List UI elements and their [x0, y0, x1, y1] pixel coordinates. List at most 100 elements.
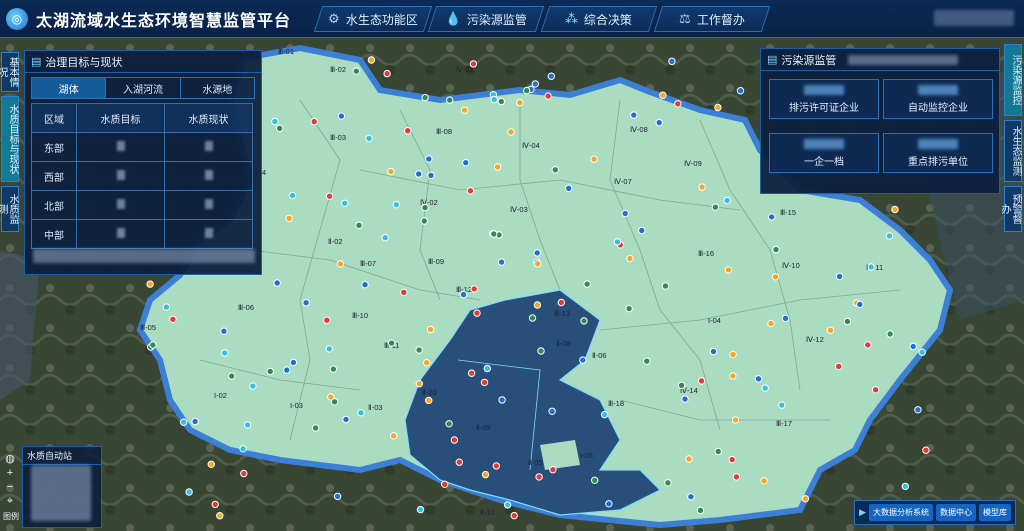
user-info[interactable] — [934, 10, 1014, 26]
station-marker[interactable] — [724, 266, 733, 274]
station-marker[interactable] — [914, 406, 922, 414]
station-marker[interactable] — [392, 201, 400, 209]
station-marker[interactable] — [591, 476, 599, 484]
station-marker[interactable] — [421, 93, 429, 102]
station-marker[interactable] — [696, 506, 705, 514]
tab-pollution-monitor[interactable]: 污染源监控 — [1004, 44, 1022, 116]
station-marker[interactable] — [731, 416, 740, 424]
table-row[interactable]: 西部 — [30, 161, 253, 191]
station-marker[interactable] — [415, 380, 423, 388]
station-marker[interactable] — [327, 393, 335, 401]
station-marker[interactable] — [664, 479, 672, 487]
station-marker[interactable] — [729, 350, 737, 359]
tab-water-monitoring[interactable]: 水质监测 — [0, 186, 19, 232]
station-marker[interactable] — [361, 281, 369, 289]
station-marker[interactable] — [336, 260, 344, 268]
station-marker[interactable] — [579, 356, 587, 364]
kpi-key-units[interactable]: 重点排污单位 — [883, 133, 993, 173]
station-marker[interactable] — [655, 118, 663, 127]
station-marker[interactable] — [490, 95, 498, 104]
station-marker[interactable] — [416, 505, 425, 514]
station-marker[interactable] — [415, 346, 423, 354]
nav-decision[interactable]: ⁂ 综合决策 — [540, 6, 658, 32]
station-marker[interactable] — [498, 396, 506, 404]
station-marker[interactable] — [685, 455, 693, 463]
station-marker[interactable] — [698, 183, 706, 191]
station-marker[interactable] — [480, 378, 489, 387]
station-marker[interactable] — [531, 80, 539, 88]
station-marker[interactable] — [467, 369, 476, 377]
station-marker[interactable] — [341, 199, 349, 208]
station-marker[interactable] — [490, 230, 498, 238]
station-marker[interactable] — [390, 432, 398, 440]
station-marker[interactable] — [754, 375, 763, 383]
station-marker[interactable] — [289, 358, 298, 367]
station-marker[interactable] — [835, 272, 844, 281]
station-marker[interactable] — [387, 167, 395, 176]
station-marker[interactable] — [537, 347, 545, 355]
station-marker[interactable] — [216, 512, 224, 520]
station-marker[interactable] — [283, 366, 291, 374]
station-marker[interactable] — [276, 124, 284, 133]
station-marker[interactable] — [497, 97, 505, 106]
station-marker[interactable] — [162, 303, 171, 311]
station-marker[interactable] — [714, 447, 722, 456]
station-marker[interactable] — [864, 341, 872, 349]
table-row[interactable]: 北部 — [30, 190, 253, 220]
station-marker[interactable] — [761, 384, 769, 392]
station-marker[interactable] — [697, 377, 706, 385]
station-marker[interactable] — [228, 372, 236, 380]
station-marker[interactable] — [638, 226, 646, 235]
station-marker[interactable] — [533, 301, 542, 309]
station-marker[interactable] — [548, 407, 556, 415]
zoom-out-icon[interactable]: − — [2, 480, 18, 494]
station-marker[interactable] — [470, 285, 478, 293]
station-marker[interactable] — [473, 309, 481, 317]
station-marker[interactable] — [885, 232, 894, 240]
station-marker[interactable] — [922, 446, 930, 454]
station-marker[interactable] — [492, 462, 500, 470]
station-marker[interactable] — [843, 317, 852, 326]
station-marker[interactable] — [728, 455, 736, 464]
station-marker[interactable] — [507, 128, 515, 136]
station-marker[interactable] — [469, 60, 478, 68]
station-marker[interactable] — [333, 492, 342, 501]
station-marker[interactable] — [909, 342, 917, 351]
tab-water-source[interactable]: 水源地 — [181, 78, 254, 98]
station-marker[interactable] — [450, 436, 459, 444]
station-marker[interactable] — [266, 367, 274, 376]
legend-toggle[interactable]: 图例 — [2, 510, 20, 524]
tab-eco-monitor[interactable]: 水生态监测 — [1004, 120, 1022, 182]
station-marker[interactable] — [352, 67, 360, 75]
station-marker[interactable] — [462, 159, 470, 167]
station-marker[interactable] — [687, 493, 695, 501]
station-marker[interactable] — [288, 191, 297, 200]
station-marker[interactable] — [549, 466, 557, 474]
station-marker[interactable] — [169, 315, 177, 323]
station-marker[interactable] — [544, 92, 552, 100]
station-marker[interactable] — [466, 187, 475, 195]
station-marker[interactable] — [523, 86, 531, 95]
station-marker[interactable] — [723, 196, 731, 205]
zoom-in-icon[interactable]: + — [2, 466, 18, 480]
station-marker[interactable] — [420, 217, 428, 225]
station-marker[interactable] — [311, 424, 320, 432]
station-marker[interactable] — [835, 362, 843, 370]
station-marker[interactable] — [826, 326, 835, 334]
station-marker[interactable] — [446, 96, 454, 104]
station-marker[interactable] — [367, 56, 376, 64]
station-marker[interactable] — [767, 319, 775, 328]
station-marker[interactable] — [381, 234, 389, 242]
station-marker[interactable] — [681, 395, 689, 403]
station-marker[interactable] — [421, 203, 429, 212]
station-marker[interactable] — [856, 300, 864, 309]
station-marker[interactable] — [425, 155, 433, 163]
station-marker[interactable] — [221, 349, 229, 357]
station-marker[interactable] — [503, 501, 512, 509]
station-marker[interactable] — [220, 327, 228, 335]
layer-icon[interactable]: ◍ — [2, 452, 18, 466]
locate-icon[interactable]: ⌖ — [2, 494, 18, 508]
station-marker[interactable] — [801, 495, 810, 503]
station-marker[interactable] — [383, 69, 391, 78]
station-marker[interactable] — [273, 279, 281, 287]
